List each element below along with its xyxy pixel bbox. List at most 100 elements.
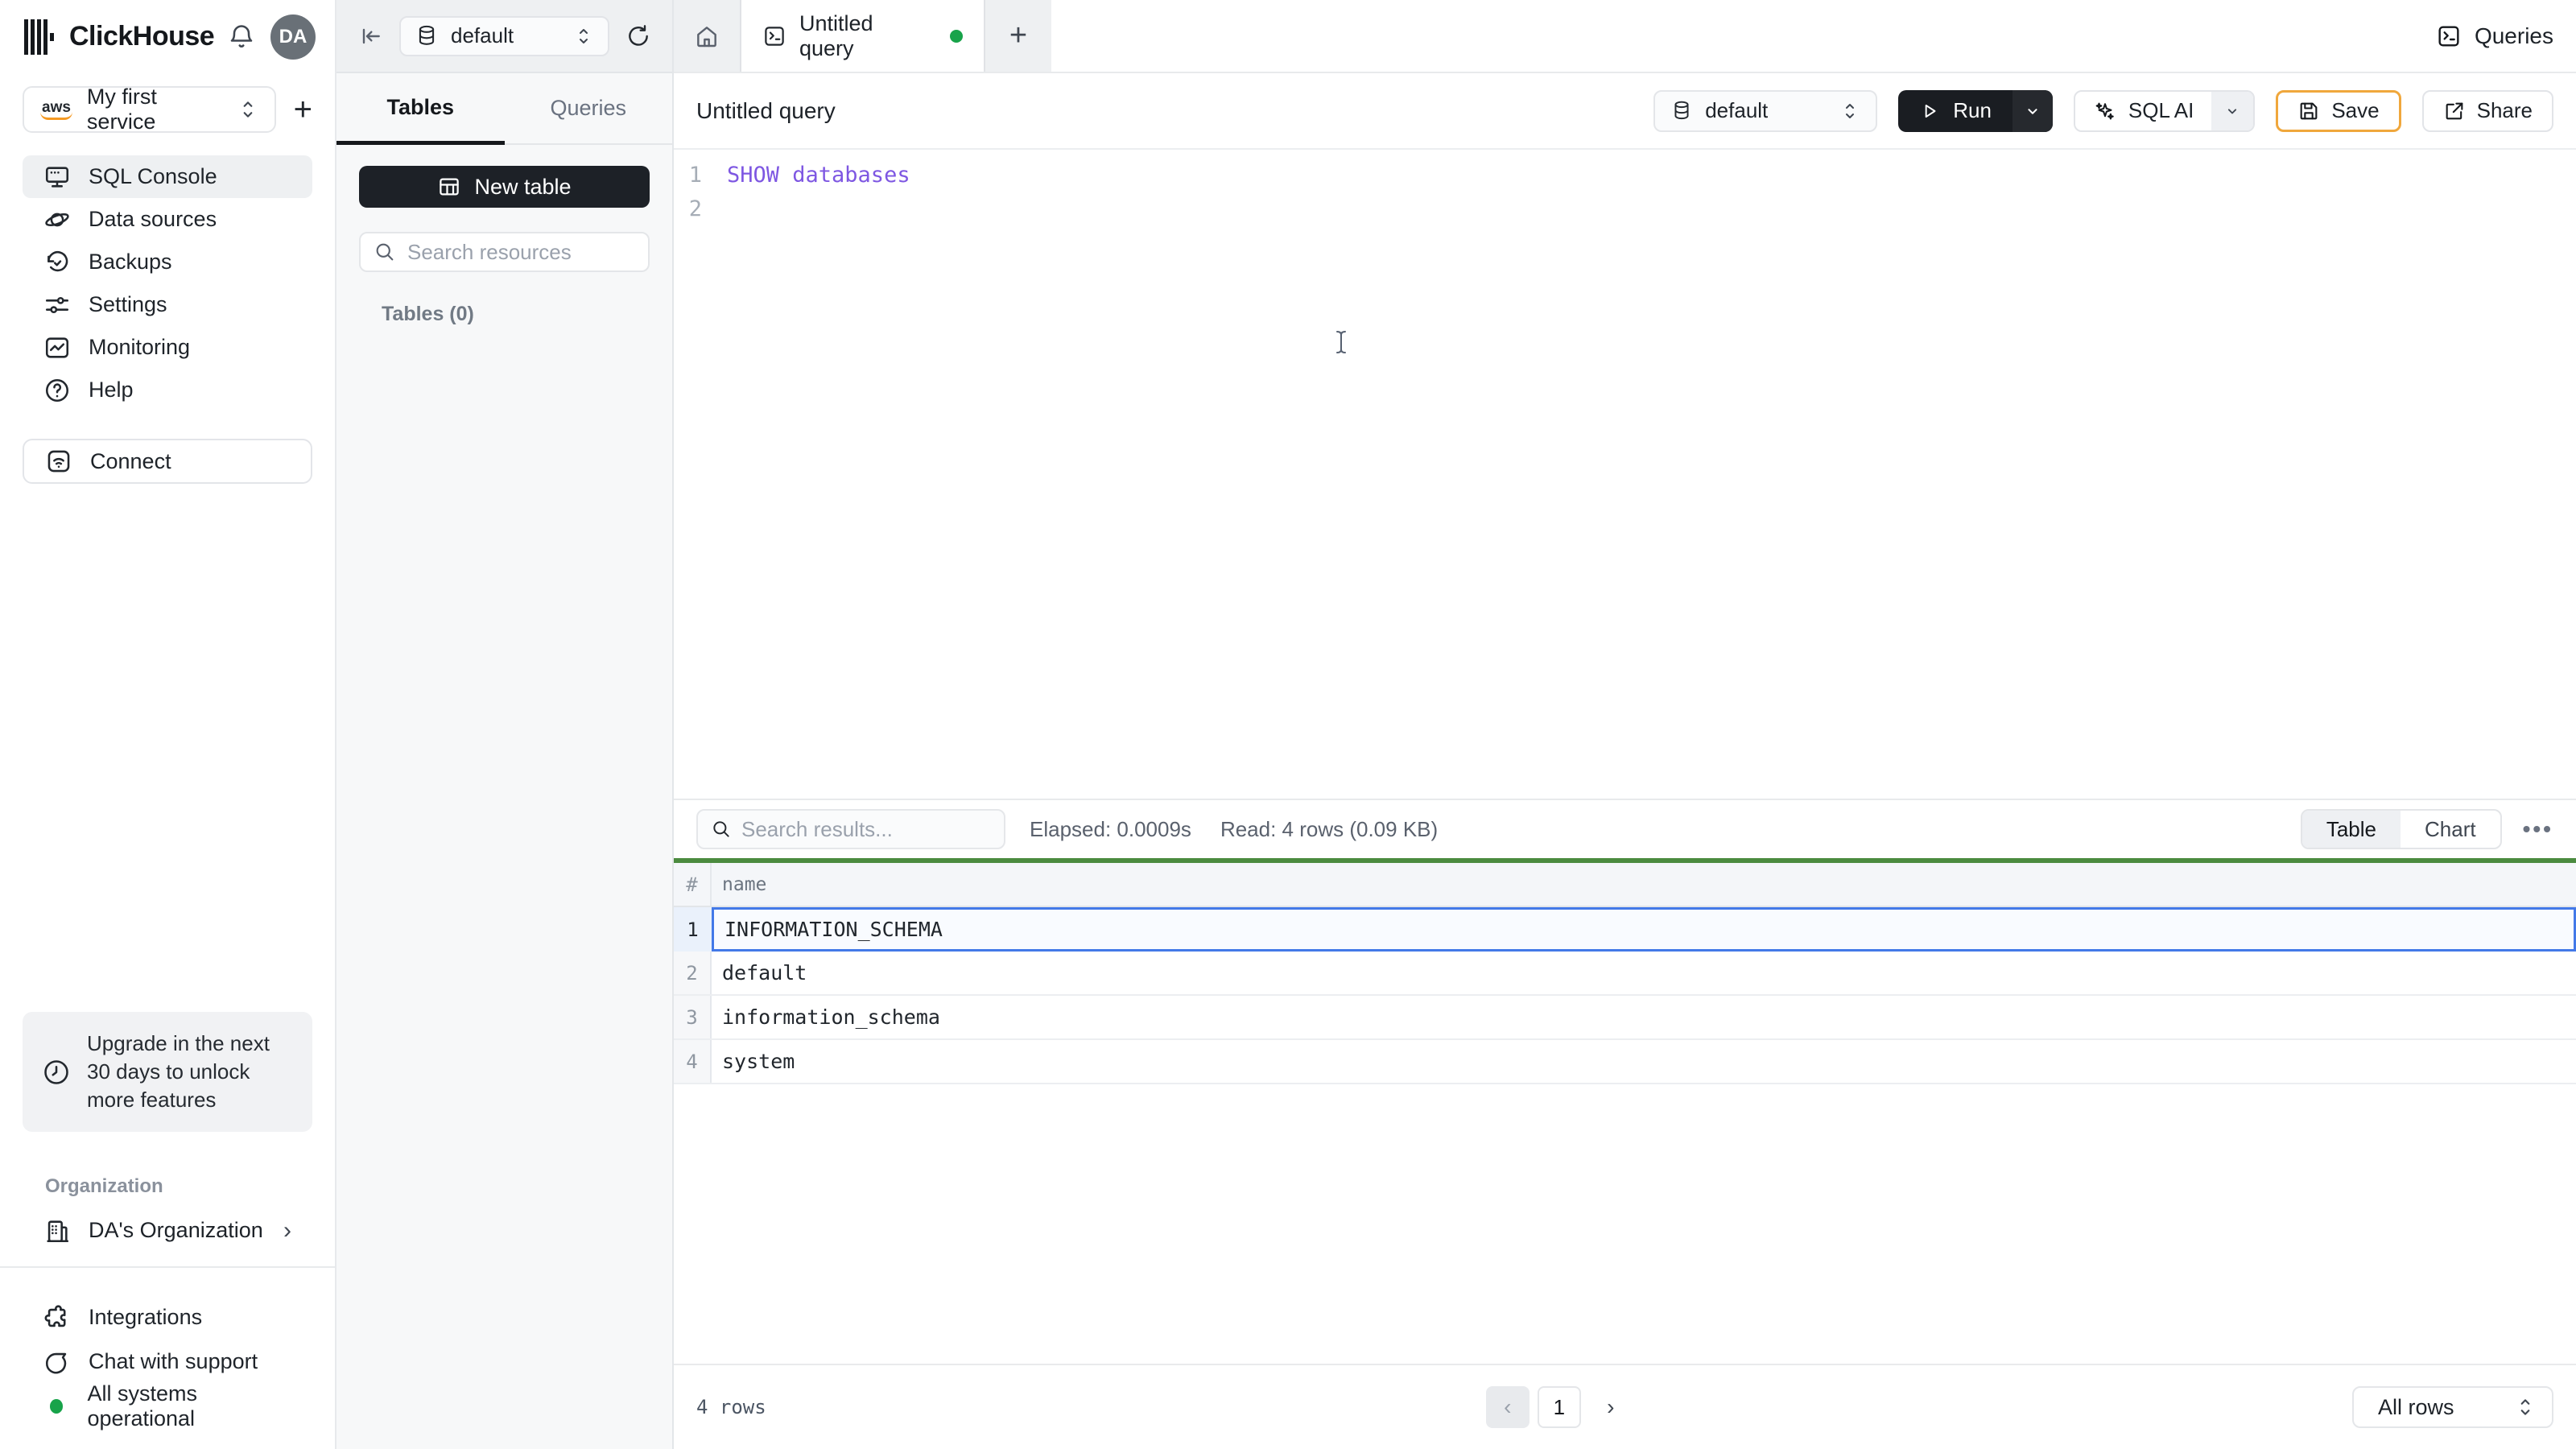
sql-code: SHOW databases: [727, 162, 910, 188]
sidebar-item-label: Help: [89, 378, 134, 402]
sidebar-item-chat-support[interactable]: Chat with support: [23, 1343, 312, 1381]
database-selector-value: default: [451, 23, 514, 47]
new-tab-button[interactable]: +: [985, 0, 1051, 72]
search-results-input[interactable]: [741, 816, 1011, 842]
results-table: # name 1 INFORMATION_SCHEMA 2 default 3 …: [674, 863, 2576, 1084]
home-button[interactable]: [674, 0, 741, 72]
collapse-sidebar-icon[interactable]: [357, 23, 383, 49]
share-button[interactable]: Share: [2421, 89, 2553, 132]
row-cell-name[interactable]: system: [712, 1040, 2576, 1083]
home-icon: [694, 23, 720, 49]
current-page-button[interactable]: 1: [1537, 1386, 1581, 1428]
service-selector[interactable]: aws My first service: [23, 85, 276, 134]
refresh-icon[interactable]: [625, 23, 651, 49]
resource-search: [359, 232, 677, 272]
sidebar-item-data-sources[interactable]: Data sources: [23, 198, 312, 241]
column-header-name: name: [722, 873, 767, 895]
notifications-bell-icon[interactable]: [227, 23, 256, 52]
upgrade-clock-icon: [42, 1058, 71, 1087]
toggle-table[interactable]: Table: [2301, 811, 2401, 848]
tab-untitled-query[interactable]: Untitled query: [741, 0, 985, 72]
table-grid-icon: [437, 175, 461, 199]
clickhouse-logo-icon: [24, 19, 56, 55]
help-question-icon: [43, 377, 71, 404]
tab-title: Untitled query: [799, 10, 873, 60]
share-external-icon: [2443, 100, 2466, 122]
table-row[interactable]: 3 information_schema: [674, 996, 2576, 1040]
sidebar-item-label: Settings: [89, 292, 167, 316]
results-footer: 4 rows ‹ 1 › All rows: [674, 1364, 2576, 1449]
connect-button[interactable]: Connect: [23, 439, 312, 484]
database-toolbar: default: [336, 0, 672, 73]
organization-section-label: Organization: [45, 1175, 163, 1197]
sql-ai-button-group: SQL AI: [2073, 89, 2256, 132]
sidebar-item-settings[interactable]: Settings: [23, 283, 312, 326]
page-size-value: All rows: [2378, 1394, 2454, 1419]
avatar[interactable]: DA: [270, 14, 316, 60]
next-page-button[interactable]: ›: [1589, 1386, 1633, 1428]
clickhouse-logo[interactable]: ClickHouse: [24, 19, 215, 55]
run-label: Run: [1953, 98, 1992, 122]
upgrade-notice[interactable]: Upgrade in the next 30 days to unlock mo…: [23, 1012, 312, 1132]
run-options-button[interactable]: [2012, 89, 2053, 132]
page-size-selector[interactable]: All rows: [2352, 1386, 2553, 1428]
read-stat: Read: 4 rows (0.09 KB): [1220, 816, 1439, 841]
terminal-icon: [2436, 23, 2462, 49]
database-cylinder-icon: [1671, 100, 1692, 122]
save-label: Save: [2331, 98, 2380, 122]
aws-icon: aws: [40, 100, 72, 120]
sidebar-header: ClickHouse DA: [0, 0, 335, 73]
terminal-icon: [762, 24, 786, 48]
organization-switcher[interactable]: DA's Organization ›: [23, 1209, 312, 1252]
sql-editor[interactable]: 1 SHOW databases 2: [674, 150, 2576, 799]
sidebar-item-sql-console[interactable]: SQL Console: [23, 155, 312, 198]
settings-sliders-icon: [43, 291, 71, 319]
save-floppy-icon: [2297, 100, 2320, 122]
sidebar-item-label: SQL Console: [89, 164, 217, 188]
results-toolbar: Elapsed: 0.0009s Read: 4 rows (0.09 KB) …: [674, 799, 2576, 858]
sql-console-icon: [43, 163, 71, 191]
sql-ai-options-button[interactable]: [2211, 91, 2254, 130]
new-table-button[interactable]: New table: [359, 166, 650, 208]
database-selector[interactable]: default: [399, 15, 609, 56]
row-cell-name[interactable]: INFORMATION_SCHEMA: [712, 907, 2576, 952]
sidebar-item-label: Data sources: [89, 207, 217, 231]
queries-button[interactable]: Queries: [2413, 0, 2576, 72]
line-number: 1: [688, 162, 702, 188]
table-row[interactable]: 1 INFORMATION_SCHEMA: [674, 907, 2576, 952]
search-resources-input[interactable]: [407, 239, 677, 265]
save-button[interactable]: Save: [2276, 89, 2401, 132]
table-row[interactable]: 2 default: [674, 952, 2576, 996]
prev-page-button[interactable]: ‹: [1485, 1386, 1530, 1428]
data-sources-icon: [43, 206, 71, 233]
sidebar-item-backups[interactable]: Backups: [23, 241, 312, 283]
sidebar-item-monitoring[interactable]: Monitoring: [23, 326, 312, 369]
sidebar-nav: SQL Console Data sources Backups Setting…: [0, 155, 335, 411]
table-row[interactable]: 4 system: [674, 1040, 2576, 1084]
query-title[interactable]: Untitled query: [696, 98, 836, 124]
query-database-selector[interactable]: default: [1653, 89, 1878, 132]
sidebar-item-system-status[interactable]: All systems operational: [23, 1381, 312, 1430]
sidebar-item-integrations[interactable]: Integrations: [23, 1298, 312, 1336]
editor-line: 1 SHOW databases: [674, 158, 2576, 192]
tab-queries[interactable]: Queries: [504, 73, 672, 145]
row-cell-name[interactable]: default: [712, 952, 2576, 994]
query-database-value: default: [1705, 98, 1769, 122]
pagination: ‹ 1 ›: [766, 1386, 2352, 1428]
table-header-row: # name: [674, 863, 2576, 907]
more-options-icon[interactable]: •••: [2523, 816, 2553, 842]
row-count-label: 4 rows: [696, 1396, 766, 1418]
run-button[interactable]: Run: [1898, 90, 2013, 132]
status-green-dot-icon: [50, 1398, 64, 1414]
sidebar-item-help[interactable]: Help: [23, 369, 312, 411]
play-icon: [1919, 101, 1940, 122]
column-header-index: #: [674, 863, 712, 906]
row-cell-name[interactable]: information_schema: [712, 996, 2576, 1038]
tab-tables[interactable]: Tables: [336, 73, 505, 145]
sidebar-item-label: All systems operational: [87, 1381, 197, 1430]
add-service-button[interactable]: +: [294, 93, 312, 126]
toggle-chart[interactable]: Chart: [2401, 811, 2500, 848]
chevron-right-icon: ›: [283, 1216, 291, 1244]
explorer-tabs: Tables Queries: [336, 73, 672, 145]
sql-ai-button[interactable]: SQL AI: [2075, 92, 2211, 130]
